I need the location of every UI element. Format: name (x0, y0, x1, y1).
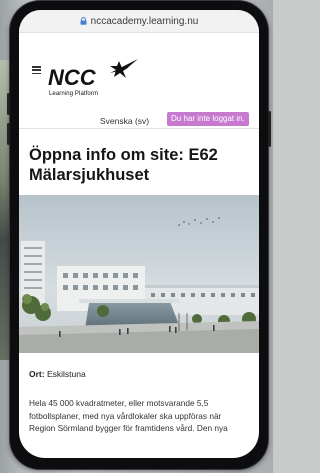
site-header: NCC Learning Platform Svenska (sv) Du ha… (19, 33, 259, 129)
location-line: Ort: Eskilstuna (29, 369, 249, 379)
hamburger-menu-icon[interactable] (32, 66, 41, 74)
ncc-logo[interactable]: NCC (48, 55, 143, 95)
logo-subtitle: Learning Platform (49, 91, 99, 97)
login-status-button[interactable]: Du har inte loggat in. (167, 112, 249, 126)
volume-down-button (7, 123, 10, 145)
logo-star-icon (110, 59, 138, 78)
logo-text: NCC (48, 65, 97, 90)
lock-icon (80, 17, 87, 25)
power-button (268, 111, 271, 147)
phone-screen: nccacademy.learning.nu NCC Learning Plat… (19, 10, 259, 458)
description-text: Hela 45 000 kvadratmeter, eller motsvara… (29, 398, 228, 433)
hero-image (19, 195, 259, 353)
main-content: Öppna info om site: E62 Mälarsjukhuset O… (19, 145, 259, 435)
address-bar[interactable]: nccacademy.learning.nu (19, 10, 259, 33)
url-text: nccacademy.learning.nu (90, 15, 199, 27)
language-selector[interactable]: Svenska (sv) (100, 116, 149, 126)
page-title: Öppna info om site: E62 Mälarsjukhuset (29, 146, 218, 184)
volume-up-button (7, 93, 10, 115)
location-label: Ort: (29, 369, 45, 379)
location-value: Eskilstuna (46, 369, 86, 379)
